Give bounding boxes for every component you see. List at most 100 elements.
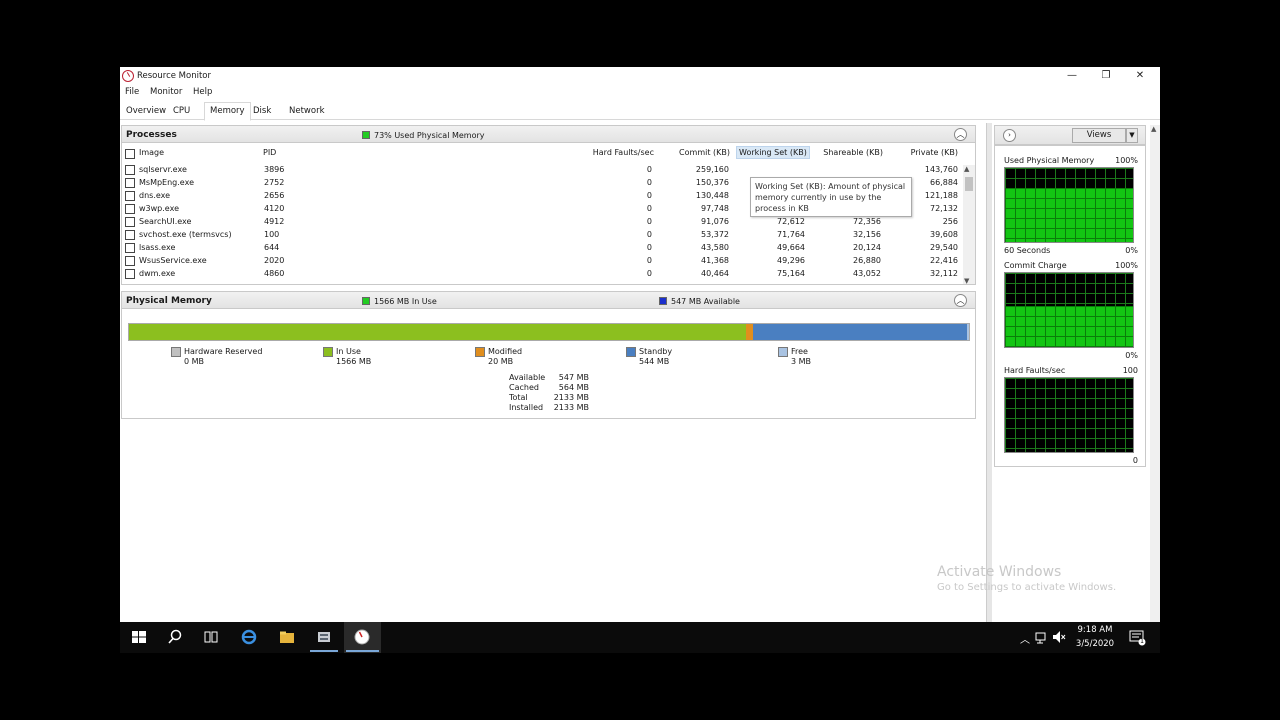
col-pid[interactable]: PID — [263, 148, 276, 157]
server-manager-icon[interactable] — [315, 628, 333, 646]
col-hard-faults[interactable]: Hard Faults/sec — [584, 148, 654, 157]
process-checkbox[interactable] — [125, 256, 135, 266]
collapse-graphs-icon[interactable]: › — [1003, 129, 1016, 142]
graph-max: 100% — [1115, 156, 1138, 165]
process-image: MsMpEng.exe — [139, 178, 194, 187]
left-pane: Processes 73% Used Physical Memory ︿ Ima… — [121, 125, 976, 419]
minimize-button[interactable]: — — [1055, 67, 1089, 85]
process-checkbox[interactable] — [125, 269, 135, 279]
process-hard-faults: 0 — [646, 204, 652, 213]
process-hard-faults: 0 — [646, 256, 652, 265]
views-dropdown-icon[interactable]: ▼ — [1126, 128, 1138, 143]
views-button[interactable]: Views — [1072, 128, 1126, 143]
scroll-down-arrow-icon[interactable]: ▼ — [964, 277, 969, 284]
legend-name: Modified — [488, 347, 523, 356]
process-private: 29,540 — [930, 243, 958, 252]
process-private: 32,112 — [930, 269, 958, 278]
process-shareable: 32,156 — [853, 230, 881, 239]
table-row[interactable]: dwm.exe 4860 0 40,464 75,164 43,052 32,112 — [122, 268, 962, 281]
legend-item: Hardware Reserved 0 MB — [171, 347, 262, 367]
process-checkbox[interactable] — [125, 230, 135, 240]
process-checkbox[interactable] — [125, 178, 135, 188]
process-pid: 644 — [264, 243, 280, 252]
menu-help[interactable]: Help — [193, 87, 212, 97]
process-checkbox[interactable] — [125, 204, 135, 214]
stat-value: 2133 MB — [553, 393, 589, 402]
graph-time-span: 60 Seconds — [1004, 246, 1051, 255]
process-commit: 91,076 — [701, 217, 729, 226]
memory-bar-segment — [967, 324, 969, 340]
process-working-set: 49,296 — [777, 256, 805, 265]
process-pid: 2656 — [264, 191, 285, 200]
process-shareable: 43,052 — [853, 269, 881, 278]
notification-count: 1 — [1140, 638, 1144, 645]
memory-bar-segment — [753, 324, 968, 340]
physical-memory-body: Hardware Reserved 0 MB In Use 1566 MB Modifi… — [121, 309, 976, 419]
file-explorer-icon[interactable] — [278, 628, 296, 646]
tab-memory[interactable]: Memory — [204, 102, 251, 121]
legend-color-swatch — [475, 347, 485, 357]
volume-muted-icon[interactable] — [1052, 628, 1066, 646]
process-private: 22,416 — [930, 256, 958, 265]
col-working-set[interactable]: Working Set (KB) — [736, 146, 810, 159]
table-row[interactable]: WsusService.exe 2020 0 41,368 49,296 26,880 22… — [122, 255, 962, 268]
menu-file[interactable]: File — [125, 87, 139, 97]
process-hard-faults: 0 — [646, 230, 652, 239]
task-view-icon[interactable] — [202, 628, 220, 646]
menu-monitor[interactable]: Monitor — [150, 87, 182, 97]
tab-overview[interactable]: Overview — [126, 104, 166, 120]
collapse-physical-memory-button[interactable]: ︿ — [954, 294, 967, 307]
table-row[interactable]: SearchUI.exe 4912 0 91,076 72,612 72,356 256 — [122, 216, 962, 229]
table-row[interactable]: sqlservr.exe 3896 0 259,160 143,760 — [122, 164, 962, 177]
clock-date[interactable]: 3/5/2020 — [1070, 639, 1120, 649]
memory-usage-bar — [128, 323, 970, 341]
restore-button[interactable]: ❐ — [1089, 67, 1123, 85]
clock-time[interactable]: 9:18 AM — [1070, 625, 1120, 635]
process-hard-faults: 0 — [646, 178, 652, 187]
process-shareable: 26,880 — [853, 256, 881, 265]
process-checkbox[interactable] — [125, 217, 135, 227]
col-image[interactable]: Image — [139, 148, 164, 157]
table-row[interactable]: svchost.exe (termsvcs) 100 0 53,372 71,764 32… — [122, 229, 962, 242]
process-working-set: 72,612 — [777, 217, 805, 226]
process-pid: 4120 — [264, 204, 285, 213]
collapse-processes-button[interactable]: ︿ — [954, 128, 967, 141]
process-shareable: 72,356 — [853, 217, 881, 226]
resource-monitor-running-indicator — [346, 650, 379, 652]
tab-disk[interactable]: Disk — [253, 104, 271, 120]
scroll-up-arrow-icon[interactable]: ▲ — [1151, 125, 1156, 133]
col-commit[interactable]: Commit (KB) — [670, 148, 730, 157]
network-icon[interactable] — [1035, 628, 1049, 646]
process-checkbox[interactable] — [125, 243, 135, 253]
tab-cpu[interactable]: CPU — [173, 104, 190, 120]
taskbar: ︿ 9:18 AM 3/5/2020 1 — [120, 622, 1160, 653]
select-all-checkbox[interactable] — [125, 149, 135, 159]
col-private[interactable]: Private (KB) — [898, 148, 958, 157]
graph-title: Hard Faults/sec — [1004, 366, 1066, 375]
window-scrollbar[interactable]: ▲ ▼ — [1150, 125, 1160, 653]
table-row[interactable]: lsass.exe 644 0 43,580 49,664 20,124 29,540 — [122, 242, 962, 255]
available-indicator: 547 MB Available — [659, 297, 740, 306]
processes-scrollbar[interactable]: ▲ ▼ — [963, 165, 975, 284]
physical-memory-header[interactable]: Physical Memory 1566 MB In Use 547 MB Av… — [121, 291, 976, 309]
close-button[interactable]: ✕ — [1123, 67, 1157, 85]
start-windows-icon[interactable] — [130, 628, 148, 646]
scroll-up-arrow-icon[interactable]: ▲ — [964, 165, 969, 173]
process-commit: 150,376 — [695, 178, 729, 187]
legend-value: 544 MB — [639, 357, 670, 366]
show-hidden-icons-chevron-icon[interactable]: ︿ — [1020, 631, 1030, 646]
scroll-thumb[interactable] — [965, 177, 973, 191]
processes-header[interactable]: Processes 73% Used Physical Memory ︿ — [121, 125, 976, 143]
internet-explorer-icon[interactable] — [240, 628, 258, 646]
resource-monitor-taskbar-icon[interactable] — [353, 628, 371, 646]
process-hard-faults: 0 — [646, 165, 652, 174]
process-checkbox[interactable] — [125, 165, 135, 175]
process-working-set: 75,164 — [777, 269, 805, 278]
blue-square-icon — [659, 297, 667, 305]
legend-value: 20 MB — [488, 357, 514, 366]
stat-value: 2133 MB — [553, 403, 589, 412]
search-icon[interactable] — [166, 628, 184, 646]
tab-network[interactable]: Network — [289, 104, 325, 120]
process-checkbox[interactable] — [125, 191, 135, 201]
col-shareable[interactable]: Shareable (KB) — [815, 148, 883, 157]
